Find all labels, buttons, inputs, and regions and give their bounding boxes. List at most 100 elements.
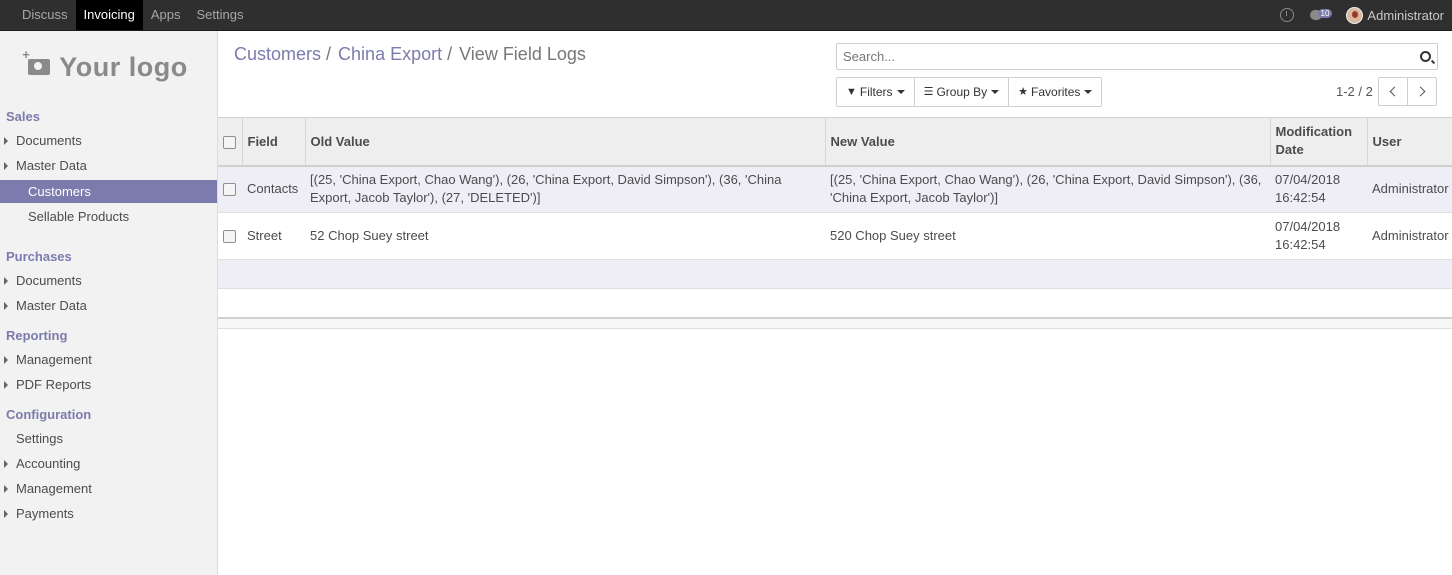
filter-icon: ▼ (846, 86, 857, 98)
filters-label: Filters (859, 85, 893, 99)
breadcrumb-china-export[interactable]: China Export (338, 44, 442, 65)
table-footer (218, 317, 1452, 329)
empty-row (218, 288, 1452, 318)
systray: 10 Administrator (1279, 0, 1452, 30)
field-log-table: Field Old Value New Value Modification D… (218, 117, 1452, 318)
table-row[interactable]: Contacts [(25, 'China Export, Chao Wang'… (218, 165, 1452, 213)
group-by-label: Group By (936, 85, 988, 99)
breadcrumb-current: View Field Logs (459, 44, 586, 64)
app-menu: Discuss Invoicing Apps Settings (14, 0, 251, 30)
menu-invoicing[interactable]: Invoicing (75, 0, 143, 30)
caret-right-icon (4, 460, 8, 468)
table-row[interactable]: Street 52 Chop Suey street 520 Chop Suey… (218, 212, 1452, 260)
caret-right-icon (4, 510, 8, 518)
cell-user: Administrator (1367, 212, 1452, 260)
caret-right-icon (4, 485, 8, 493)
pager-previous-button[interactable] (1378, 77, 1408, 106)
caret-right-icon (4, 137, 8, 145)
logo-text: Your logo (59, 51, 188, 82)
empty-cell (218, 259, 1452, 289)
sidebar-item-payments[interactable]: Payments (0, 502, 217, 525)
caret-down-icon (991, 90, 1000, 94)
cell-field: Street (242, 212, 305, 260)
cell-modification-date: 07/04/2018 16:42:54 (1270, 212, 1367, 260)
chevron-right-icon (1415, 86, 1426, 97)
cell-field: Contacts (242, 165, 305, 213)
sidebar-item-label: Settings (16, 431, 63, 446)
select-all-cell (218, 117, 243, 167)
table-header-row: Field Old Value New Value Modification D… (218, 117, 1452, 167)
favorites-label: Favorites (1031, 85, 1081, 99)
activity-clock-icon[interactable] (1279, 8, 1294, 22)
user-menu[interactable]: Administrator (1346, 6, 1444, 24)
menu-settings[interactable]: Settings (188, 0, 251, 30)
breadcrumb: Customers / China Export / View Field Lo… (234, 44, 586, 65)
caret-right-icon (4, 356, 8, 364)
breadcrumb-separator: / (326, 44, 332, 64)
sidebar-item-customers[interactable]: Customers (0, 180, 217, 203)
menu-apps[interactable]: Apps (143, 0, 189, 30)
favorites-button[interactable]: ★ Favorites (1009, 78, 1101, 106)
avatar (1346, 6, 1364, 24)
sidebar-item-sellable-products[interactable]: Sellable Products (0, 205, 217, 228)
caret-down-icon (896, 90, 905, 94)
cell-user: Administrator (1367, 165, 1452, 213)
messaging-button[interactable]: 10 (1309, 9, 1333, 20)
filters-button[interactable]: ▼ Filters (837, 78, 915, 106)
row-select-cell (218, 212, 242, 260)
row-checkbox[interactable] (223, 183, 236, 197)
select-all-checkbox[interactable] (223, 135, 236, 149)
row-select-cell (218, 165, 242, 213)
sidebar-item-settings[interactable]: Settings (0, 427, 217, 450)
section-title-reporting: Reporting (6, 328, 68, 343)
cell-old-value: 52 Chop Suey street (305, 212, 825, 260)
sidebar-item-pdf-reports[interactable]: PDF Reports (0, 373, 217, 396)
search-box (836, 43, 1438, 70)
sidebar-item-label: PDF Reports (16, 377, 92, 392)
column-header-field[interactable]: Field (242, 117, 306, 167)
company-logo[interactable]: Your logo (18, 39, 198, 95)
sidebar-item-label: Master Data (16, 158, 87, 173)
sidebar-item-label: Master Data (16, 298, 87, 313)
sidebar-item-sales-documents[interactable]: Documents (0, 129, 217, 152)
caret-right-icon (4, 381, 8, 389)
sidebar-item-label: Customers (28, 184, 91, 199)
sidebar-item-label: Management (16, 352, 92, 367)
sidebar-item-config-management[interactable]: Management (0, 477, 217, 500)
column-header-modification-date[interactable]: Modification Date (1270, 117, 1368, 167)
sidebar-item-purchases-master-data[interactable]: Master Data (0, 294, 217, 317)
chat-count-badge: 10 (1317, 9, 1333, 18)
sidebar-item-label: Documents (16, 133, 82, 148)
column-header-old-value[interactable]: Old Value (305, 117, 826, 167)
search-input[interactable] (837, 44, 1397, 69)
sidebar-item-sales-master-data[interactable]: Master Data (0, 154, 217, 177)
star-icon: ★ (1018, 86, 1029, 98)
section-title-purchases: Purchases (6, 249, 72, 264)
breadcrumb-separator: / (447, 44, 453, 64)
caret-right-icon (4, 162, 8, 170)
sidebar-item-purchases-documents[interactable]: Documents (0, 269, 217, 292)
section-title-sales: Sales (6, 109, 40, 124)
group-by-button[interactable]: ☰ Group By (915, 78, 1010, 106)
section-title-configuration: Configuration (6, 407, 92, 422)
caret-right-icon (4, 302, 8, 310)
column-header-user[interactable]: User (1367, 117, 1452, 167)
field-log-list: Field Old Value New Value Modification D… (218, 117, 1452, 318)
search-options: ▼ Filters ☰ Group By ★ Favorites (836, 77, 1103, 107)
pager-value[interactable]: 1-2 / 2 (1336, 84, 1373, 99)
cell-modification-date: 07/04/2018 16:42:54 (1270, 165, 1367, 213)
menu-discuss[interactable]: Discuss (14, 0, 76, 30)
column-header-new-value[interactable]: New Value (825, 117, 1271, 167)
sidebar-item-reporting-management[interactable]: Management (0, 348, 217, 371)
sidebar-item-label: Documents (16, 273, 82, 288)
pager-next-button[interactable] (1407, 77, 1437, 106)
sidebar-item-accounting[interactable]: Accounting (0, 452, 217, 475)
row-checkbox[interactable] (223, 230, 236, 244)
breadcrumb-customers[interactable]: Customers (234, 44, 321, 65)
chevron-left-icon (1389, 86, 1400, 97)
empty-row (218, 259, 1452, 289)
sidebar: Your logo Sales Documents Master Data Cu… (0, 31, 218, 575)
sidebar-item-label: Payments (16, 506, 74, 521)
sidebar-item-label: Management (16, 481, 92, 496)
search-icon[interactable] (1420, 51, 1431, 62)
